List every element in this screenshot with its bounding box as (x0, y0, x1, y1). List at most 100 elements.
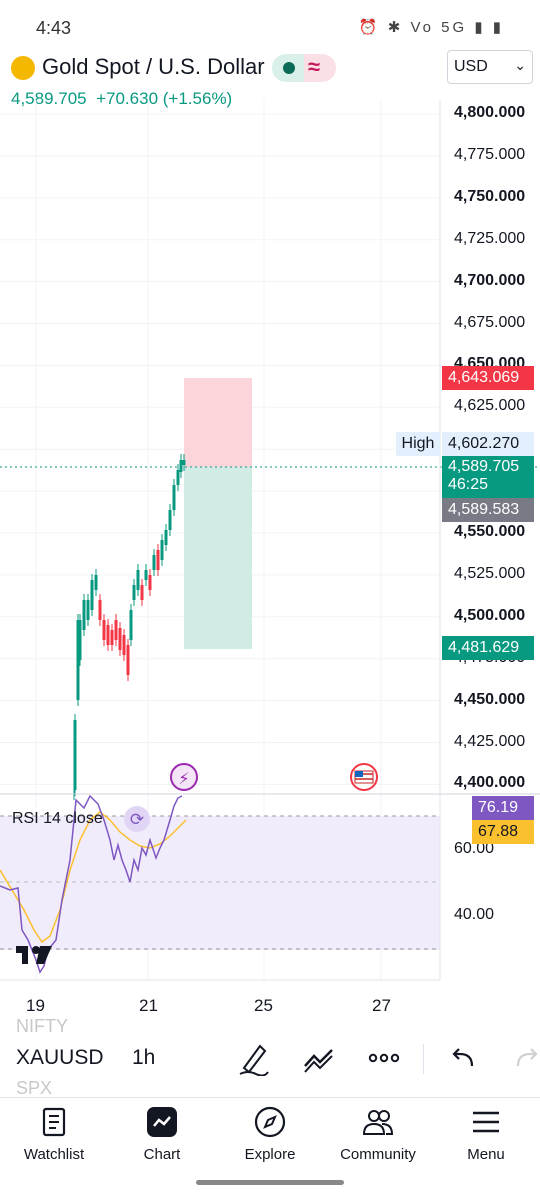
candle (144, 570, 148, 580)
last-price-tag-value: 4,589.705 (448, 458, 520, 475)
candle (118, 628, 122, 650)
last-price-tag: 4,589.705 46:25 (442, 456, 534, 498)
candle (82, 600, 86, 630)
candle (102, 620, 106, 640)
candle (148, 575, 152, 590)
home-indicator (196, 1180, 344, 1185)
candle (136, 570, 140, 590)
time-tick-25: 25 (254, 996, 273, 1015)
time-tick-27: 27 (372, 996, 391, 1015)
nav-explore[interactable]: Explore (216, 1098, 324, 1178)
wave-icon: ≈ (308, 54, 321, 79)
more-options-icon[interactable] (368, 1040, 400, 1076)
prev-close-tag: 4,589.583 (442, 498, 534, 522)
rsi-refresh-icon[interactable]: ⟳ (124, 806, 150, 832)
nav-label-watchlist: Watchlist (23, 1146, 85, 1163)
community-icon (362, 1110, 394, 1135)
chevron-down-icon: ⌄ (514, 57, 526, 73)
candle (86, 600, 90, 620)
ghost-symbol-top: NIFTY (16, 1016, 68, 1036)
target-price-tag: 4,643.069 (442, 366, 534, 390)
price-tick: 4,425.000 (454, 732, 526, 750)
stop-loss-zone (184, 467, 252, 649)
candle (126, 645, 130, 675)
market-open-section (272, 54, 304, 82)
profit-target-zone (184, 378, 252, 467)
candle (152, 555, 156, 570)
candle (156, 550, 160, 570)
watchlist-icon (42, 1107, 66, 1137)
rsi-ma-value-tag: 67.88 (472, 820, 534, 844)
trend-line-tool-icon[interactable] (302, 1040, 336, 1076)
nav-label-menu: Menu (467, 1146, 505, 1163)
nav-label-chart: Chart (143, 1146, 181, 1163)
candle (110, 630, 114, 645)
candle (114, 620, 118, 640)
nav-chart[interactable]: Chart (108, 1098, 216, 1178)
candle (129, 610, 133, 640)
us-flag-event-marker[interactable] (350, 763, 378, 791)
price-tick: 4,625.000 (454, 397, 526, 415)
candle-countdown: 46:25 (448, 476, 489, 493)
symbol-title[interactable]: Gold Spot / U.S. Dollar (42, 54, 265, 80)
price-tick: 4,450.000 (454, 690, 526, 708)
lightning-event-marker[interactable]: ⚡ (170, 763, 198, 791)
price-tick: 4,700.000 (454, 271, 526, 289)
candle (94, 575, 98, 590)
price-tick: 4,525.000 (454, 564, 526, 582)
toolbar-divider (423, 1044, 424, 1074)
status-time: 4:43 (36, 18, 72, 38)
nav-label-explore: Explore (244, 1146, 296, 1163)
time-tick-21: 21 (139, 996, 158, 1015)
price-tick: 4,775.000 (454, 145, 526, 163)
candles (73, 454, 186, 800)
price-tick: 4,400.000 (454, 774, 526, 792)
currency-select[interactable]: USD ⌄ (447, 50, 533, 84)
rsi-tick-40: 40.00 (454, 906, 495, 923)
high-price-tag: 4,602.270 (442, 432, 534, 456)
candle (164, 530, 168, 545)
svg-text:⟳: ⟳ (130, 810, 144, 830)
undo-icon[interactable] (450, 1040, 478, 1076)
redo-icon[interactable] (514, 1040, 540, 1076)
currency-value: USD (454, 58, 488, 75)
rsi-legend[interactable]: RSI 14 close (12, 810, 103, 828)
lightning-icon: ⚡ (178, 769, 189, 788)
candle (132, 585, 136, 600)
price-tick: 4,800.000 (454, 104, 526, 121)
nav-menu[interactable]: Menu (432, 1098, 540, 1178)
market-open-dot-icon (283, 62, 295, 74)
time-tick-19: 19 (26, 996, 45, 1015)
candle (90, 580, 94, 610)
price-tick: 4,500.000 (454, 606, 526, 624)
position-tool[interactable] (184, 378, 252, 649)
candle (182, 460, 186, 465)
price-tick: 4,725.000 (454, 229, 526, 247)
rsi-value-tag: 76.19 (472, 796, 534, 820)
status-icons: ⏰ ✱ Vo 5G ▮ ▮ (358, 19, 504, 36)
nav-community[interactable]: Community (324, 1098, 432, 1178)
candle (176, 470, 180, 485)
market-status-pill[interactable]: ≈ (272, 54, 336, 82)
symbol-button[interactable]: XAUUSD (16, 1046, 104, 1070)
hamburger-menu-icon (473, 1111, 499, 1133)
candle (179, 460, 183, 472)
bottom-nav: Watchlist Chart Explore Community Menu (0, 1097, 540, 1201)
candle (78, 620, 82, 660)
nav-watchlist[interactable]: Watchlist (0, 1098, 108, 1178)
interval-button[interactable]: 1h (132, 1046, 155, 1070)
status-bar: 4:43 ⏰ ✱ Vo 5G ▮ ▮ (0, 0, 540, 56)
price-tick: 4,750.000 (454, 187, 526, 205)
stop-price-tag: 4,481.629 (442, 636, 534, 660)
candle (106, 625, 110, 645)
delayed-data-section: ≈ (304, 54, 336, 82)
brush-drawing-icon[interactable] (238, 1040, 270, 1076)
gold-coin-icon (11, 56, 35, 80)
high-tag: High (396, 432, 440, 456)
candle (168, 510, 172, 530)
nav-label-community: Community (340, 1146, 416, 1163)
price-tick: 4,550.000 (454, 523, 526, 540)
compass-icon (254, 1106, 286, 1138)
ghost-symbol-bottom: SPX (16, 1078, 53, 1098)
candle (122, 635, 126, 655)
